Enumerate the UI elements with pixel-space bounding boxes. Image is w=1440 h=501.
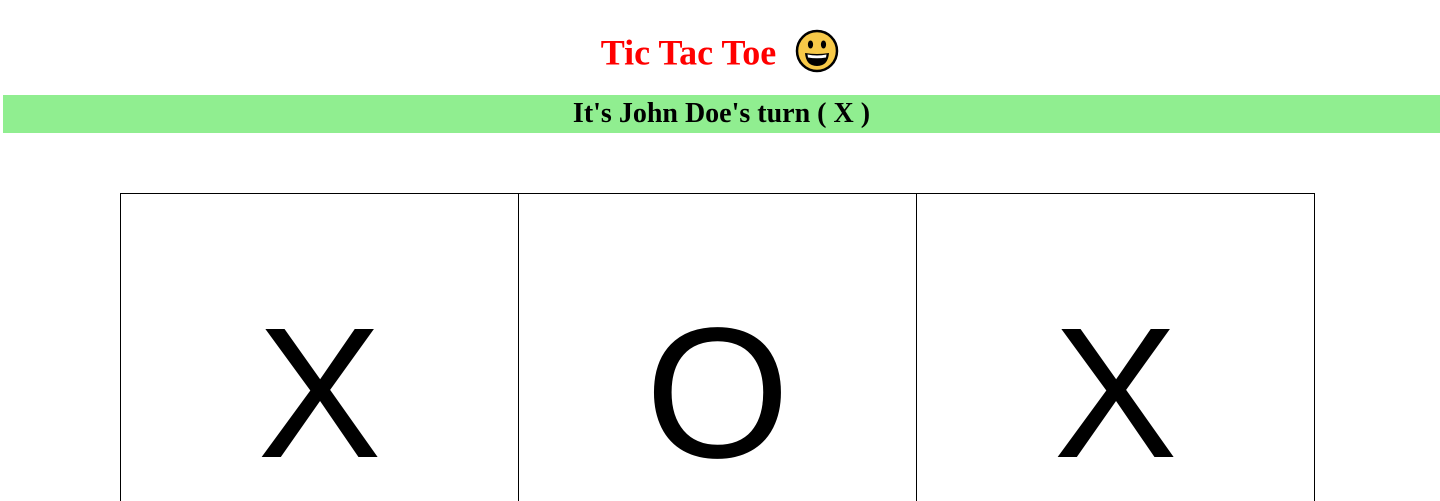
grinning-face-icon <box>795 29 839 73</box>
board-cell[interactable]: X <box>916 193 1315 501</box>
cell-mark: O <box>645 290 790 497</box>
board-cell[interactable]: O <box>518 193 917 501</box>
game-board: X O X <box>120 193 1316 501</box>
board-cell[interactable]: X <box>120 193 519 501</box>
cell-mark: X <box>257 290 382 497</box>
turn-status-text: It's John Doe's turn ( X ) <box>572 98 871 129</box>
page-title: Tic Tac Toe <box>0 26 1440 73</box>
cell-mark: X <box>1053 290 1178 497</box>
title-text: Tic Tac Toe <box>600 32 777 73</box>
turn-status-bar: It's John Doe's turn ( X ) <box>3 95 1440 133</box>
